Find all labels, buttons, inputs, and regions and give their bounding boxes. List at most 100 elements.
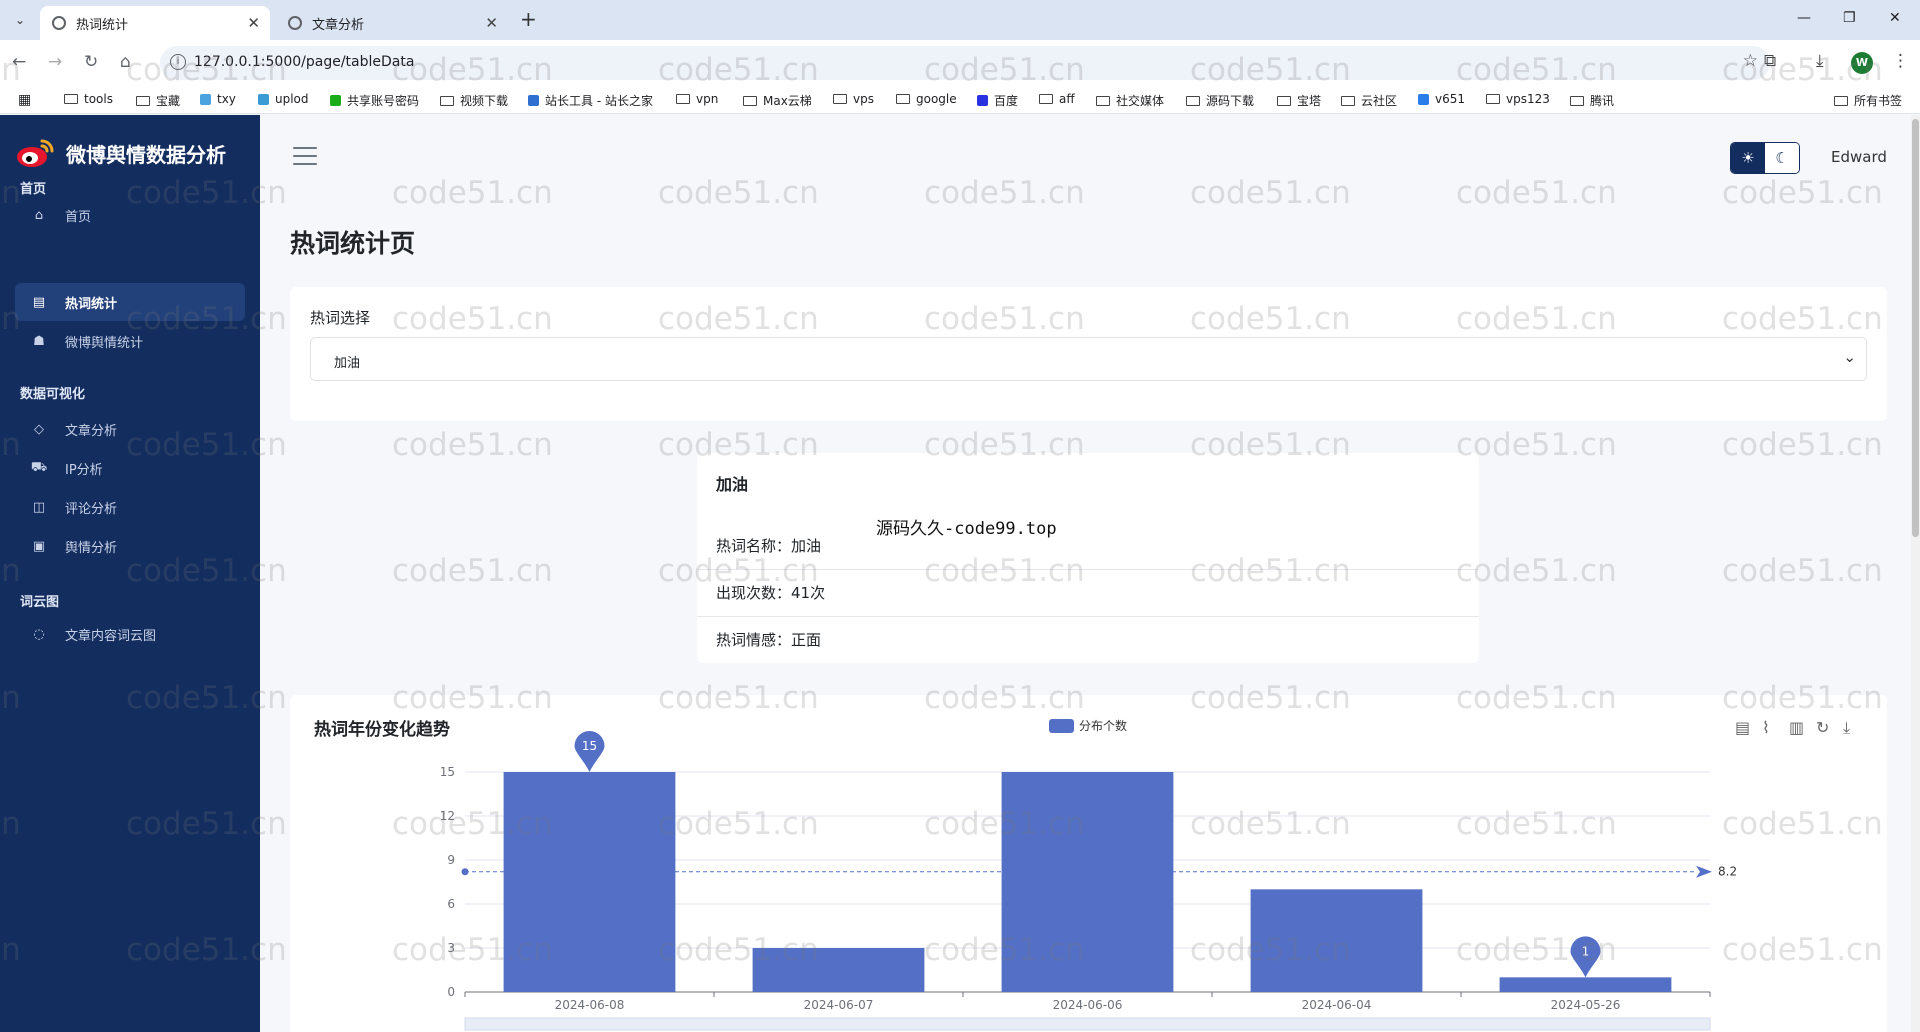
brand[interactable]: 微博舆情数据分析 — [14, 137, 226, 169]
browser-toolbar: ← → ↻ ⌂ i 127.0.0.1:5000/page/tableData … — [0, 40, 1920, 86]
reload-button[interactable]: ↻ — [84, 52, 98, 72]
scrollbar-thumb[interactable] — [1912, 119, 1919, 537]
message-icon: ◌ — [33, 626, 45, 642]
site-info-icon[interactable]: i — [170, 54, 186, 70]
restore-icon[interactable]: ↻ — [1816, 718, 1829, 737]
x-tick-label: 2024-05-26 — [1551, 998, 1621, 1012]
hotword-select[interactable]: 加油 ⌄ — [310, 337, 1867, 381]
folder-icon — [1486, 94, 1500, 104]
bookmark-item[interactable]: vpn — [676, 92, 718, 106]
bookmark-label: 源码下载 — [1206, 94, 1255, 108]
bar — [752, 948, 925, 992]
watermark-text: code51.cn — [1722, 553, 1883, 589]
bookmark-label: 社交媒体 — [1116, 94, 1165, 108]
detail-title: 加油 — [716, 475, 749, 494]
window-close-button[interactable]: ✕ — [1889, 10, 1901, 26]
dark-mode-icon[interactable]: ☾ — [1765, 143, 1799, 173]
home-button[interactable]: ⌂ — [120, 52, 131, 72]
bookmark-item[interactable]: 站长工具 - 站长之家 — [528, 92, 653, 109]
bookmark-item[interactable]: 源码下载 — [1186, 92, 1254, 109]
home-icon: ⌂ — [34, 207, 44, 223]
sidebar-item-article[interactable]: ◇ 文章分析 — [15, 410, 245, 448]
bookmark-item[interactable]: 社交媒体 — [1096, 92, 1164, 109]
cart-icon: ⛟ — [30, 459, 48, 475]
bookmark-item[interactable]: 共享账号密码 — [330, 92, 419, 109]
page-scrollbar[interactable] — [1911, 115, 1920, 1032]
y-tick-label: 3 — [447, 941, 455, 955]
close-icon[interactable]: ✕ — [485, 14, 498, 32]
restore-button[interactable]: ❐ — [1843, 10, 1856, 26]
bookmark-item[interactable]: 腾讯 — [1570, 92, 1614, 109]
bookmark-favicon-icon — [200, 93, 211, 105]
sidebar-item-wordcloud[interactable]: ◌ 文章内容词云图 — [15, 615, 245, 653]
sidebar-item-label: 微博舆情统计 — [65, 335, 144, 351]
folder-icon — [833, 94, 847, 104]
folder-icon — [1096, 95, 1110, 106]
bookmark-item[interactable]: vps — [833, 92, 874, 106]
url-text[interactable]: 127.0.0.1:5000/page/tableData — [194, 54, 414, 70]
close-icon[interactable]: ✕ — [247, 14, 260, 32]
select-label: 热词选择 — [310, 309, 371, 327]
download-icon[interactable]: ⤓ — [1816, 51, 1824, 71]
bookmark-item[interactable]: 百度 — [977, 92, 1018, 109]
bookmark-label: vps123 — [1506, 92, 1550, 106]
bookmark-item[interactable]: Max云梯 — [743, 92, 812, 109]
bookmark-label: vpn — [696, 92, 719, 106]
sidebar-item-weibo-stats[interactable]: ☗ 微博舆情统计 — [15, 322, 245, 360]
bar-chart-icon[interactable]: ▥ — [1789, 718, 1804, 737]
forward-button[interactable]: → — [48, 52, 62, 72]
new-tab-button[interactable]: + — [520, 8, 537, 30]
bookmark-item[interactable]: 视频下载 — [440, 92, 508, 109]
tab-search-button[interactable]: ⌄ — [8, 8, 32, 32]
page-title: 热词统计页 — [290, 229, 416, 258]
bookmark-item[interactable]: txy — [200, 92, 236, 106]
bar — [1001, 772, 1174, 992]
bookmark-favicon-icon — [1418, 93, 1429, 105]
sidebar-item-label: IP分析 — [65, 462, 103, 478]
bookmark-label: 站长工具 - 站长之家 — [545, 94, 653, 108]
bookmark-item[interactable]: 宝塔 — [1277, 92, 1321, 109]
sidebar-item-home[interactable]: ⌂ 首页 — [15, 196, 245, 234]
bookmark-star-icon[interactable]: ☆ — [1743, 51, 1758, 71]
top-navbar: ☀ ☾ Edward — [260, 115, 1920, 201]
bookmark-item[interactable]: aff — [1039, 92, 1075, 106]
browser-tab-article[interactable]: 文章分析 ✕ — [276, 6, 508, 40]
bookmark-label: 宝藏 — [156, 94, 181, 108]
average-line-arrow — [1696, 865, 1712, 878]
menu-toggle-icon[interactable] — [293, 147, 317, 165]
section-title-visual: 数据可视化 — [20, 387, 86, 402]
bookmark-item[interactable]: 云社区 — [1341, 92, 1397, 109]
y-tick-label: 9 — [447, 853, 455, 867]
address-bar[interactable]: i 127.0.0.1:5000/page/tableData ☆ — [160, 46, 1770, 80]
extensions-icon[interactable]: ⧉ — [1764, 51, 1776, 71]
section-title-wordcloud: 词云图 — [20, 595, 60, 610]
all-bookmarks-label: 所有书签 — [1854, 94, 1903, 108]
bookmark-item[interactable]: vps123 — [1486, 92, 1550, 106]
sidebar-item-comment[interactable]: ◫ 评论分析 — [15, 488, 245, 526]
bookmark-item[interactable]: 宝藏 — [136, 92, 180, 109]
bookmark-favicon-icon — [258, 93, 269, 105]
sidebar-item-sentiment[interactable]: ▣ 舆情分析 — [15, 527, 245, 565]
bookmark-item[interactable]: google — [896, 92, 957, 106]
sidebar-item-ip[interactable]: ⛟ IP分析 — [15, 449, 245, 487]
back-button[interactable]: ← — [12, 52, 26, 72]
bookmark-item[interactable]: uplod — [258, 92, 309, 106]
apps-icon[interactable]: ▦ — [18, 92, 31, 108]
hotword-detail-card: 加油 热词名称：加油 出现次数：41次 热词情感：正面 — [697, 453, 1479, 663]
menu-icon[interactable]: ⋮ — [1892, 51, 1909, 71]
line-chart-icon[interactable]: ⌇ — [1762, 718, 1770, 737]
user-name[interactable]: Edward — [1831, 148, 1887, 166]
save-image-icon[interactable]: ⤓ — [1843, 718, 1850, 738]
bookmark-item[interactable]: v651 — [1418, 92, 1465, 106]
sidebar-item-hotword[interactable]: ▤ 热词统计 — [15, 283, 245, 321]
bar — [503, 772, 676, 992]
minimize-button[interactable]: — — [1797, 10, 1811, 26]
profile-avatar[interactable]: W — [1851, 52, 1873, 74]
folder-icon — [1277, 95, 1291, 106]
all-bookmarks-button[interactable]: 所有书签 — [1834, 92, 1902, 109]
bookmark-item[interactable]: tools — [64, 92, 113, 106]
light-mode-icon[interactable]: ☀ — [1731, 143, 1765, 173]
browser-tab-hotword[interactable]: 热词统计 ✕ — [40, 6, 270, 40]
folder-icon — [676, 94, 690, 104]
bookmark-favicon-icon — [977, 95, 988, 106]
